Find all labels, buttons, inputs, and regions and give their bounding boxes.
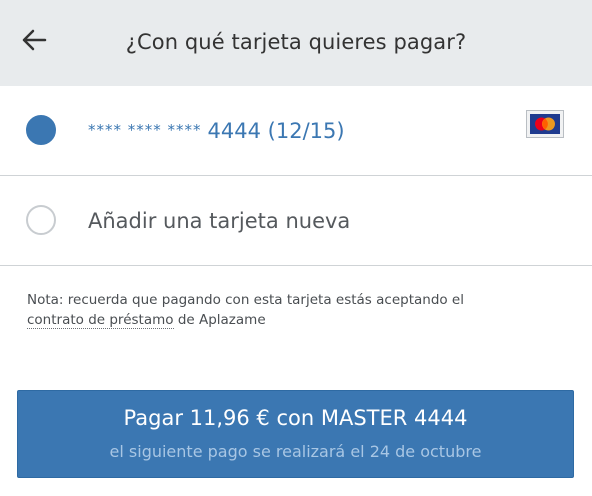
loan-contract-link[interactable]: contrato de préstamo [27, 312, 174, 329]
header-bar: ¿Con qué tarjeta quieres pagar? [0, 0, 592, 86]
note-text-after: de Aplazame [177, 312, 266, 328]
loan-note: Nota: recuerda que pagando con esta tarj… [27, 290, 567, 330]
card-mask: **** **** **** [88, 121, 202, 139]
saved-card-radio[interactable] [26, 115, 56, 145]
new-card-option[interactable]: Añadir una tarjeta nueva [0, 177, 592, 266]
note-text: Nota: recuerda que pagando con esta tarj… [27, 292, 464, 308]
pay-button-sublabel: el siguiente pago se realizará el 24 de … [109, 442, 482, 461]
pay-button[interactable]: Pagar 11,96 € con MASTER 4444 el siguien… [17, 390, 574, 478]
page-title: ¿Con qué tarjeta quieres pagar? [125, 30, 467, 54]
new-card-radio[interactable] [26, 205, 56, 235]
new-card-label: Añadir una tarjeta nueva [88, 209, 351, 233]
mastercard-logo-icon [526, 110, 564, 138]
saved-card-label: **** **** **** 4444 (12/15) [88, 119, 345, 143]
card-number-expiry: 4444 (12/15) [207, 119, 345, 143]
pay-button-label: Pagar 11,96 € con MASTER 4444 [123, 406, 468, 430]
saved-card-option[interactable]: **** **** **** 4444 (12/15) [0, 87, 592, 176]
card-selection-page: ¿Con qué tarjeta quieres pagar? **** ***… [0, 0, 592, 496]
